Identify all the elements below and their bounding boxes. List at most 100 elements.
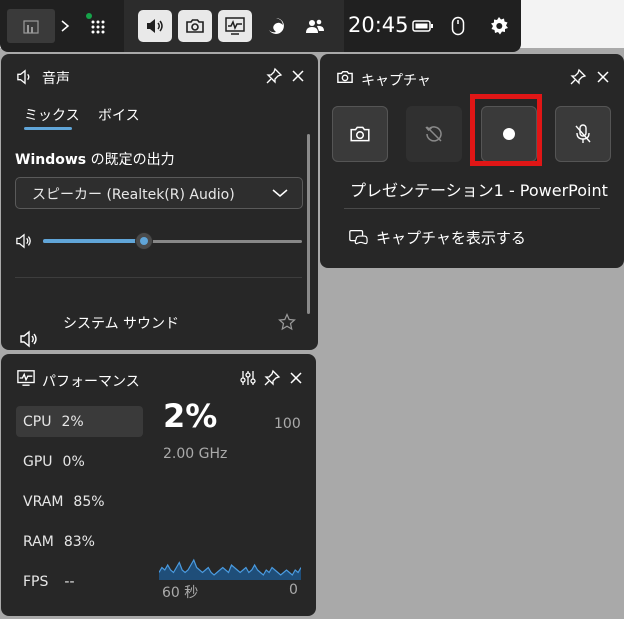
record-last-30s-button[interactable] bbox=[406, 106, 462, 162]
star-icon bbox=[278, 313, 296, 331]
master-volume-icon bbox=[14, 231, 34, 251]
camera-icon bbox=[350, 126, 370, 142]
default-output-label: Windows の既定の出力 bbox=[15, 149, 175, 169]
close-icon bbox=[290, 372, 302, 384]
speaker-icon bbox=[16, 233, 31, 249]
gallery-icon-wrap bbox=[348, 227, 368, 247]
settings-button[interactable] bbox=[486, 13, 512, 39]
output-device-select[interactable]: スピーカー (Realtek(R) Audio) bbox=[15, 177, 303, 209]
performance-options-button[interactable] bbox=[238, 368, 258, 388]
gallery-controller-icon bbox=[349, 230, 368, 245]
favorite-button[interactable] bbox=[277, 312, 297, 332]
capture-target-app: プレゼンテーション1 - PowerPoint bbox=[350, 181, 608, 200]
perf-item-value: 85% bbox=[73, 494, 105, 510]
performance-monitor-icon bbox=[225, 17, 245, 35]
camera-icon bbox=[186, 19, 204, 33]
edge-browser-button[interactable] bbox=[263, 13, 289, 39]
audio-scrollbar[interactable] bbox=[307, 134, 310, 314]
speaker-icon bbox=[20, 330, 37, 348]
capture-pin-button[interactable] bbox=[568, 67, 588, 87]
performance-widget-toggle[interactable] bbox=[218, 10, 252, 42]
clock-time: 20:45 bbox=[348, 13, 409, 37]
system-sounds-label: システム サウンド bbox=[63, 316, 180, 332]
mouse-status bbox=[445, 13, 471, 39]
performance-panel-icon bbox=[16, 368, 36, 388]
audio-panel-title: 音声 bbox=[42, 71, 70, 87]
audio-divider bbox=[15, 277, 302, 278]
perf-clock-speed: 2.00 GHz bbox=[163, 446, 228, 462]
camera-icon bbox=[337, 70, 353, 84]
performance-panel-title: パフォーマンス bbox=[42, 374, 140, 390]
xbox-social-button[interactable] bbox=[302, 13, 328, 39]
audio-pin-button[interactable] bbox=[264, 66, 284, 86]
show-captures-link[interactable]: キャプチャを表示する bbox=[376, 227, 526, 248]
speaker-icon bbox=[147, 19, 163, 33]
people-icon bbox=[306, 19, 324, 33]
battery-status bbox=[410, 13, 436, 39]
capture-panel-title: キャプチャ bbox=[361, 73, 431, 89]
game-bar: 20:45 bbox=[0, 0, 521, 52]
edge-icon bbox=[269, 18, 284, 34]
default-output-label-rest: の既定の出力 bbox=[86, 152, 175, 168]
pin-icon bbox=[570, 68, 587, 85]
master-volume-fill bbox=[43, 239, 144, 243]
perf-item-label: GPU bbox=[23, 454, 53, 470]
audio-widget-toggle[interactable] bbox=[138, 10, 172, 42]
perf-item-label: RAM bbox=[23, 534, 54, 550]
tab-mix[interactable]: ミックス bbox=[24, 105, 80, 125]
system-sounds-icon bbox=[19, 329, 39, 349]
capture-close-button[interactable] bbox=[593, 67, 613, 87]
battery-icon bbox=[412, 20, 433, 32]
perf-usage-graph bbox=[159, 558, 301, 580]
perf-item-cpu[interactable]: CPU 2% bbox=[23, 414, 84, 430]
highlight-box bbox=[470, 94, 542, 166]
perf-axis-left: 60 秒 bbox=[162, 585, 199, 601]
sliders-icon bbox=[240, 371, 256, 385]
perf-item-value: -- bbox=[64, 574, 75, 590]
capture-divider bbox=[344, 208, 600, 209]
close-icon bbox=[292, 70, 304, 82]
chevron-down-icon bbox=[272, 189, 288, 197]
perf-item-label: CPU bbox=[23, 414, 52, 430]
tab-selected-indicator bbox=[24, 127, 72, 130]
performance-monitor-icon bbox=[17, 370, 35, 386]
record-history-icon bbox=[425, 126, 442, 142]
perf-axis-right: 0 bbox=[289, 582, 298, 598]
perf-item-label: FPS bbox=[23, 574, 49, 590]
close-icon bbox=[597, 71, 609, 83]
pin-icon bbox=[266, 67, 283, 84]
master-volume-thumb[interactable] bbox=[136, 233, 152, 249]
perf-item-value: 83% bbox=[63, 534, 95, 550]
gear-icon bbox=[491, 17, 508, 35]
perf-item-gpu[interactable]: GPU 0% bbox=[23, 454, 85, 470]
perf-item-ram[interactable]: RAM 83% bbox=[23, 534, 95, 550]
output-device-value: スピーカー (Realtek(R) Audio) bbox=[32, 187, 235, 203]
notification-dot bbox=[86, 13, 92, 19]
mic-toggle-button[interactable] bbox=[555, 106, 611, 162]
capture-widget-toggle[interactable] bbox=[178, 10, 212, 42]
mic-off-icon bbox=[575, 124, 591, 143]
expand-chevron-button[interactable] bbox=[58, 15, 72, 37]
chevron-right-icon bbox=[61, 20, 70, 32]
perf-item-value: 0% bbox=[62, 454, 85, 470]
perf-item-value: 2% bbox=[61, 414, 84, 430]
app-thumbnail-icon bbox=[23, 20, 39, 34]
game-bar-home-button[interactable] bbox=[7, 9, 55, 43]
perf-item-label: VRAM bbox=[23, 494, 64, 510]
tab-voice[interactable]: ボイス bbox=[98, 105, 140, 125]
audio-close-button[interactable] bbox=[288, 66, 308, 86]
default-output-label-bold: Windows bbox=[15, 152, 87, 168]
audio-panel-icon bbox=[15, 67, 35, 87]
performance-close-button[interactable] bbox=[286, 368, 306, 388]
capture-panel-icon bbox=[335, 67, 355, 87]
perf-item-fps[interactable]: FPS -- bbox=[23, 574, 75, 590]
screenshot-button[interactable] bbox=[332, 106, 388, 162]
perf-current-value: 2% bbox=[163, 397, 218, 435]
perf-item-vram[interactable]: VRAM 85% bbox=[23, 494, 105, 510]
speaker-icon bbox=[17, 69, 30, 85]
perf-max-label: 100 bbox=[274, 416, 301, 432]
pin-icon bbox=[264, 369, 281, 386]
widget-toggle-group bbox=[124, 0, 344, 52]
performance-pin-button[interactable] bbox=[262, 368, 282, 388]
mouse-icon bbox=[451, 16, 465, 36]
